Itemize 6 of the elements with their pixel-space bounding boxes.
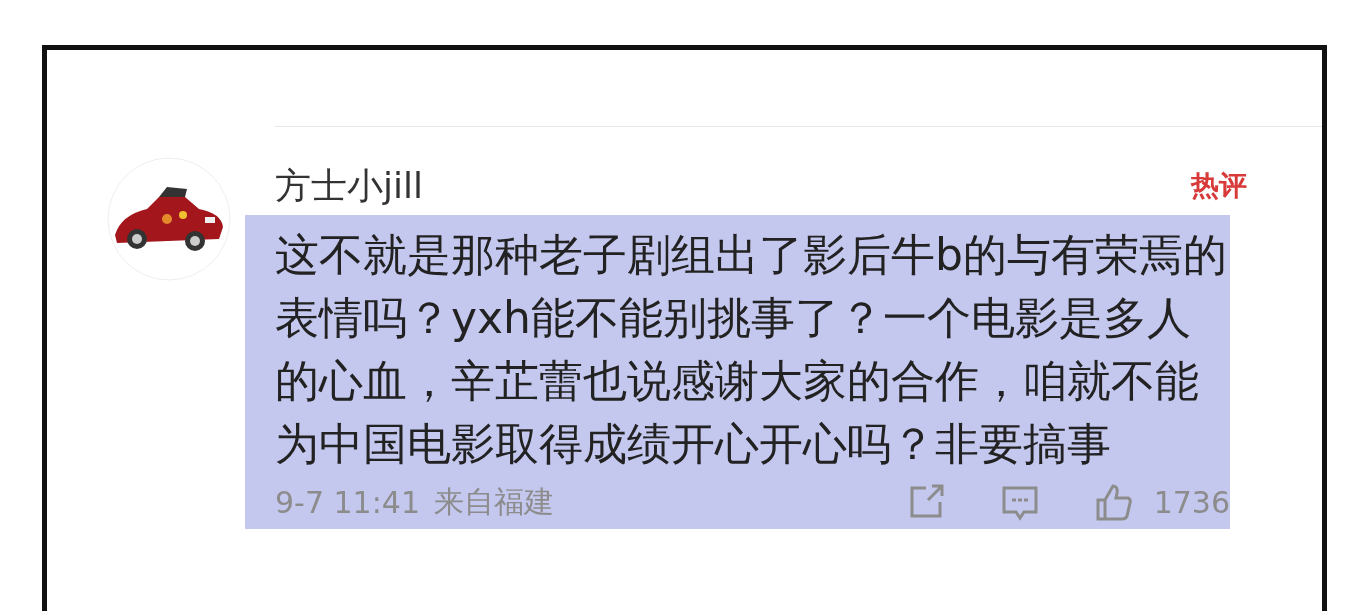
hot-comment-label: 热评 [1191,168,1247,204]
comment-time: 9-7 11:41 [275,484,420,520]
comment-location: 来自福建 [434,482,554,521]
username[interactable]: 方士小jill [275,161,423,211]
comment-text: 这不就是那种老子剧组出了影后牛b的与有荣焉的表情吗？yxh能不能别挑事了？一个电影是多人的心血，辛芷蕾也说感谢大家的合作，咱就不能为中国电影取得成绩开心开心吗？非要搞事 [275,228,1228,471]
like-count: 1736 [1153,484,1230,520]
